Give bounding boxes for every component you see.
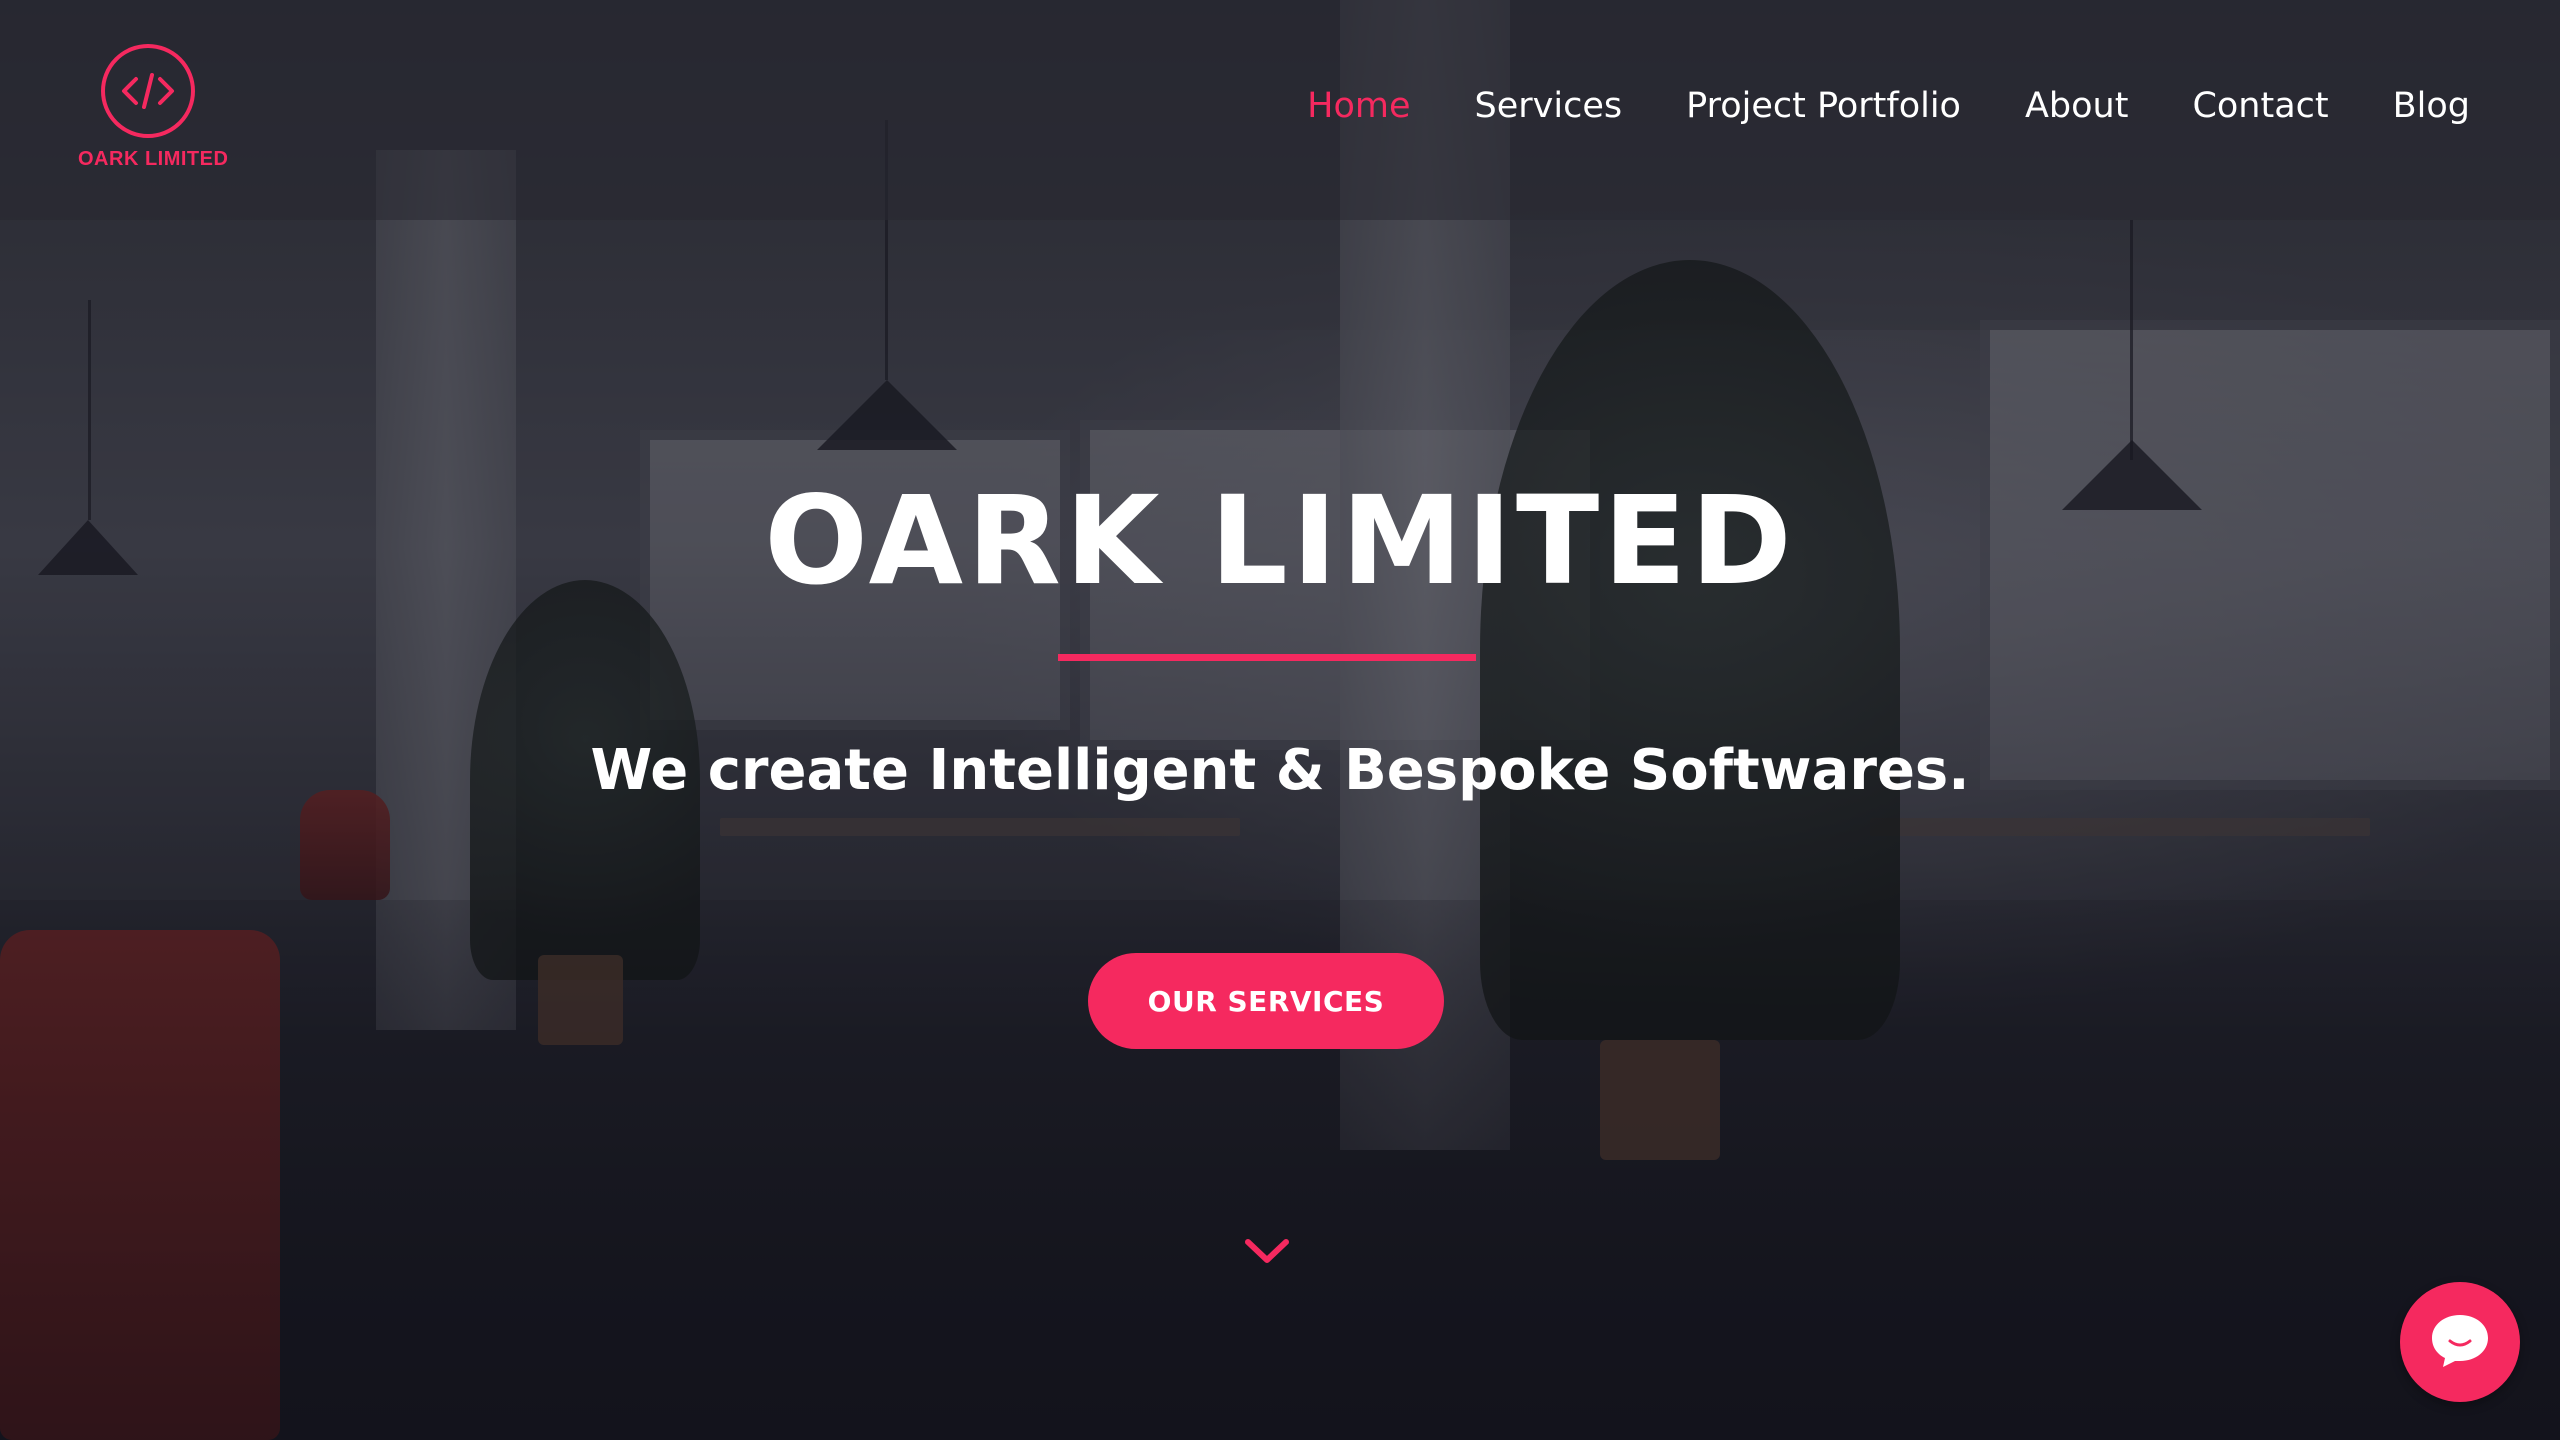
chevron-down-icon[interactable]: [1242, 1236, 1292, 1266]
chat-bubble-icon: [2428, 1311, 2492, 1373]
our-services-button[interactable]: OUR SERVICES: [1088, 953, 1444, 1049]
hero-subtitle: We create Intelligent & Bespoke Software…: [590, 738, 1970, 803]
title-divider: [1058, 654, 1476, 661]
hero-section: OARK LIMITED Home Services Project Portf…: [0, 0, 2560, 1440]
chat-widget-button[interactable]: [2400, 1282, 2520, 1402]
hero-content: OARK LIMITED We create Intelligent & Bes…: [0, 0, 2560, 1440]
hero-title: OARK LIMITED: [764, 470, 1796, 612]
